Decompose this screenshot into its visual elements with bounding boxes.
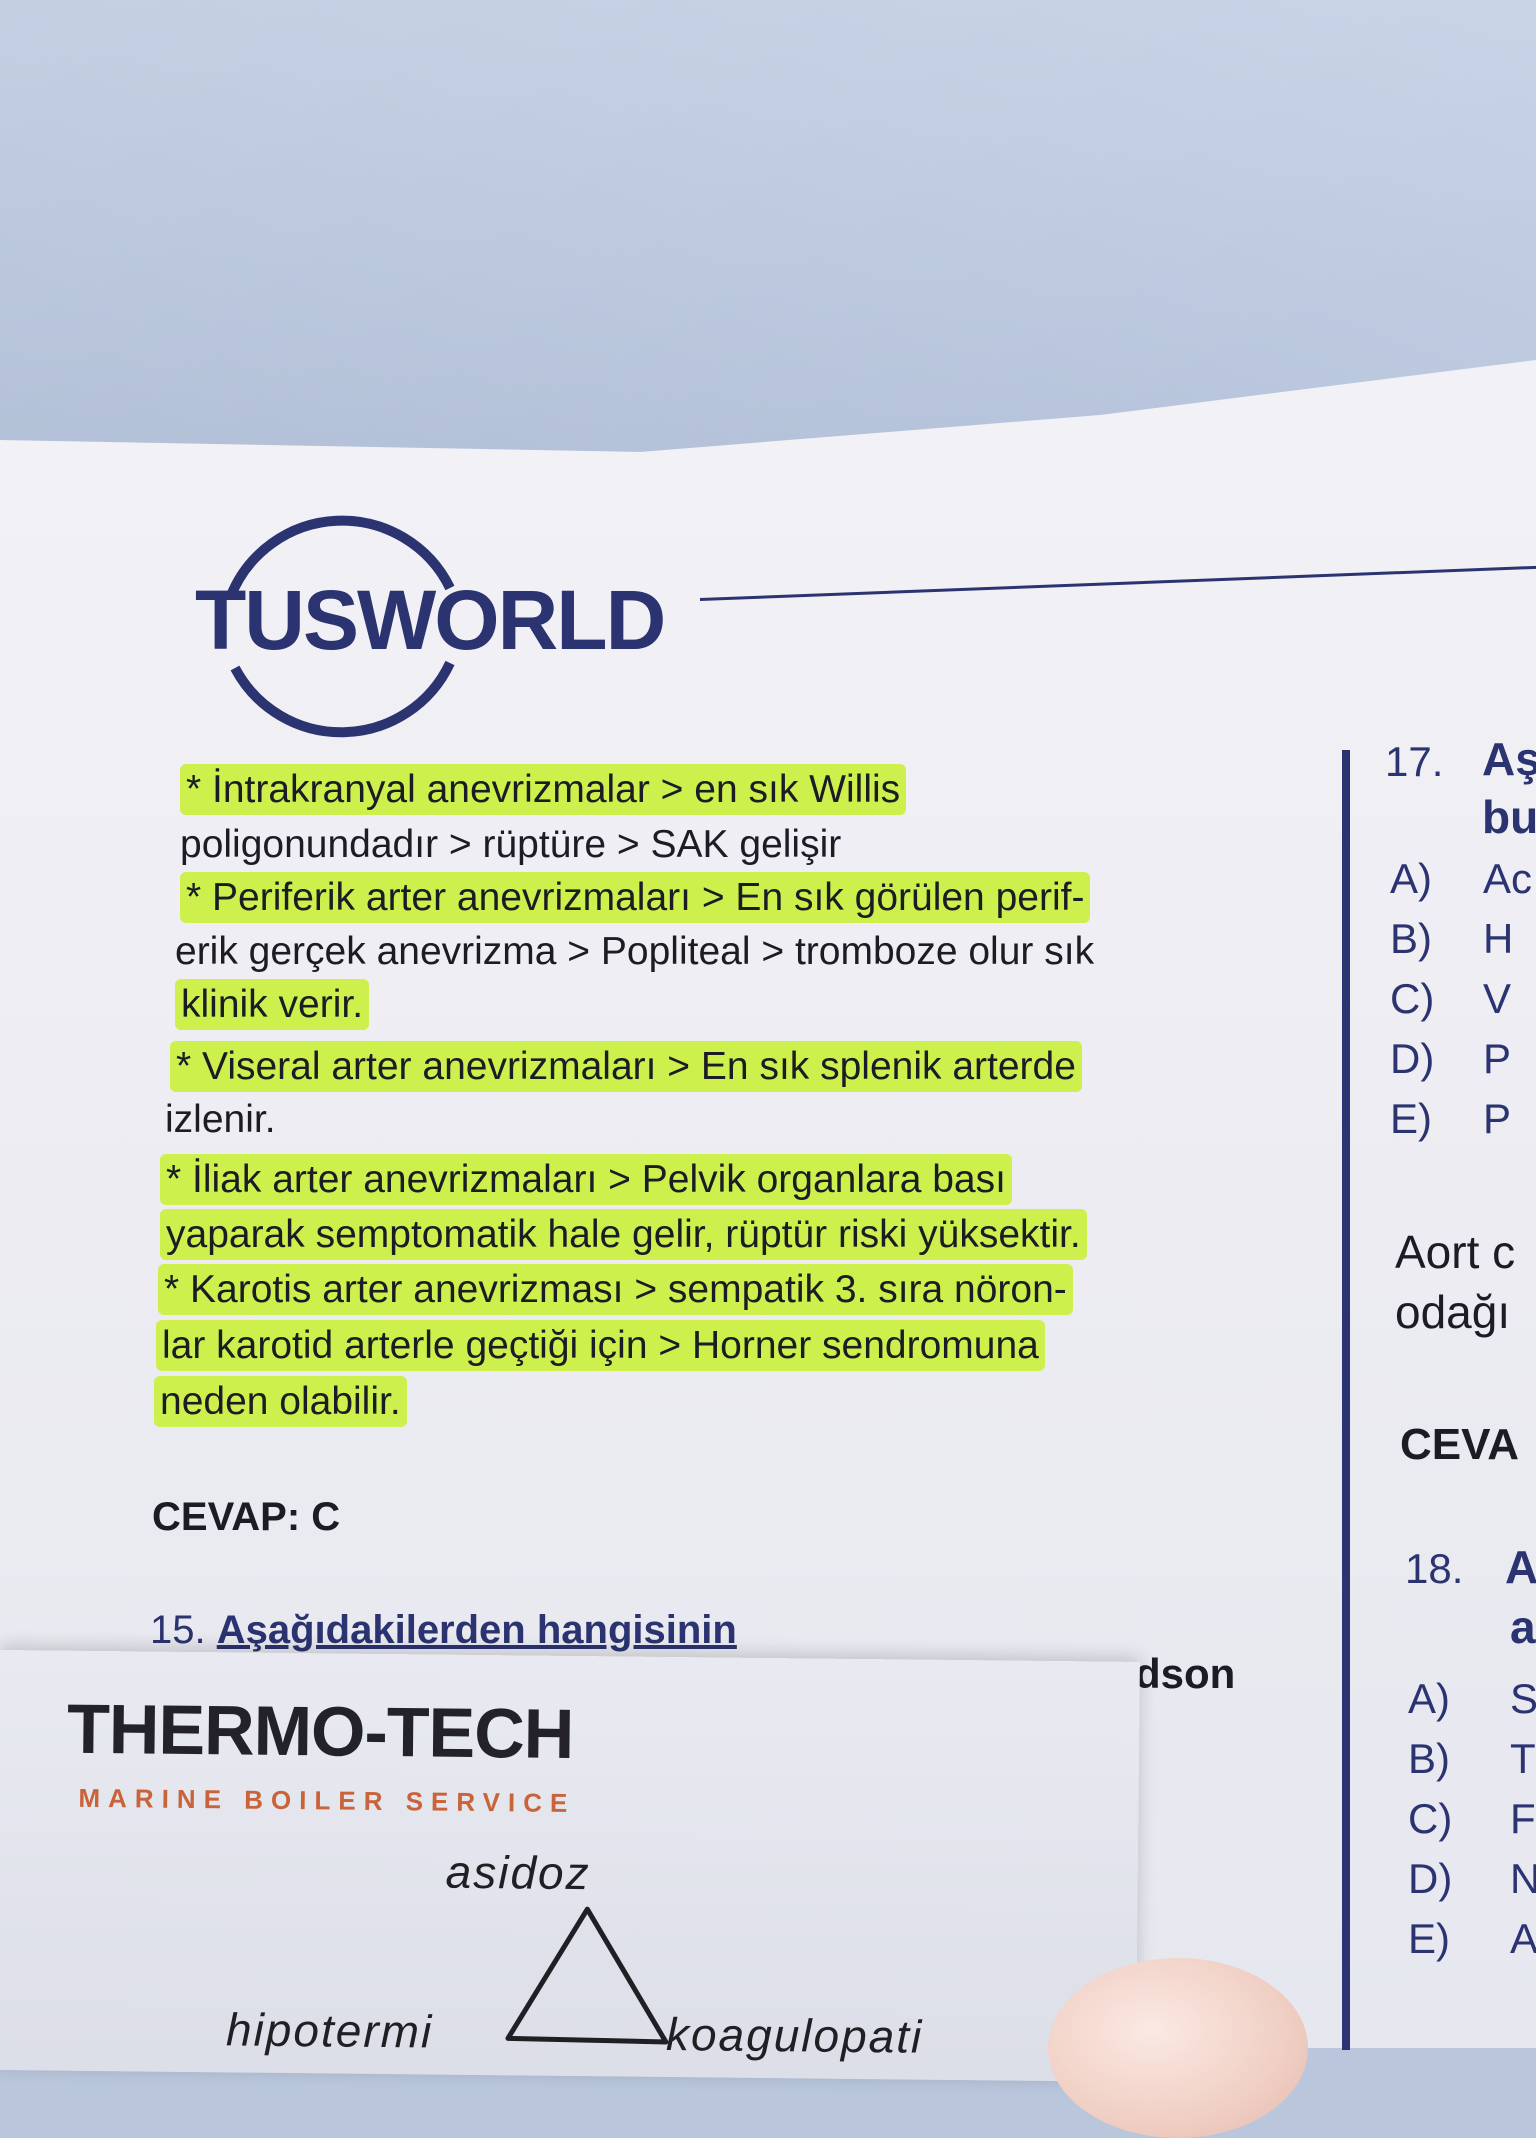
- text-line: poligonundadır > rüptüre > SAK gelişir: [180, 823, 842, 866]
- q18-option-letter: B): [1408, 1735, 1450, 1782]
- text-line: * Viseral arter anevrizmaları > En sık s…: [170, 1041, 1082, 1092]
- q17-option-text: Ac: [1483, 855, 1533, 902]
- answer-partial: CEVA: [1400, 1420, 1519, 1469]
- q18-option-text: T: [1510, 1735, 1536, 1782]
- q17-number: 17.: [1385, 738, 1444, 785]
- text-line: erik gerçek anevrizma > Popliteal > trom…: [175, 930, 1095, 973]
- question-text: Aşağıdakilerden hangisinin: [216, 1608, 737, 1652]
- handwritten-note: koagulopati: [665, 2007, 924, 2063]
- q17-option-text: P: [1483, 1095, 1512, 1142]
- question-number: 15.: [150, 1608, 206, 1652]
- q17-option-text: H: [1483, 915, 1514, 962]
- text-line: neden olabilir.: [154, 1376, 407, 1427]
- text-line: izlenir.: [165, 1098, 276, 1141]
- handwritten-note: asidoz: [445, 1845, 591, 1900]
- q17-option-text: P: [1483, 1035, 1512, 1082]
- q17-start: Aş: [1482, 733, 1536, 785]
- q18-option-text: A: [1510, 1915, 1536, 1962]
- text-line: * İliak arter anevrizmaları > Pelvik org…: [160, 1154, 1012, 1205]
- question-15: 15. Aşağıdakilerden hangisinin: [150, 1608, 737, 1653]
- q18-option-letter: D): [1408, 1855, 1453, 1902]
- q17-option-text: V: [1483, 975, 1512, 1022]
- explanation-start: Aort c: [1395, 1226, 1516, 1278]
- text-line: yaparak semptomatik hale gelir, rüptür r…: [160, 1209, 1087, 1260]
- q18-option-letter: A): [1408, 1675, 1450, 1722]
- q17-option-letter: B): [1390, 915, 1432, 962]
- card-subtitle: MARINE BOILER SERVICE: [78, 1782, 576, 1819]
- text-line: * Karotis arter anevrizması > sempatik 3…: [158, 1264, 1073, 1315]
- q17-option-letter: A): [1390, 855, 1432, 902]
- triangle-drawing: [505, 1906, 669, 2045]
- q18-option-letter: E): [1408, 1915, 1450, 1962]
- q18-option-text: S: [1510, 1675, 1536, 1722]
- explanation-line2: odağı: [1395, 1286, 1511, 1338]
- q18-number: 18.: [1405, 1545, 1464, 1592]
- q18-start: A: [1505, 1541, 1536, 1593]
- card-title: THERMO-TECH: [66, 1689, 574, 1774]
- text-line: klinik verir.: [175, 979, 370, 1030]
- q17-line2: bu: [1482, 791, 1536, 843]
- text-line: lar karotid arterle geçtiği için > Horne…: [156, 1320, 1045, 1371]
- column-divider: [1342, 750, 1350, 2050]
- partial-word: dson: [1135, 1650, 1236, 1697]
- thumb: [1048, 1958, 1308, 2138]
- logo-text: TUSWORLD: [195, 573, 666, 667]
- q18-option-text: N: [1510, 1855, 1536, 1902]
- q17-option-letter: D): [1390, 1035, 1435, 1082]
- q18-option-text: F: [1510, 1795, 1536, 1842]
- q18-line2: a: [1510, 1601, 1536, 1653]
- q17-option-letter: C): [1390, 975, 1435, 1022]
- text-line: * İntrakranyal anevrizmalar > en sık Wil…: [180, 764, 907, 815]
- handwritten-note: hipotermi: [225, 2003, 434, 2058]
- text-line: * Periferik arter anevrizmaları > En sık…: [180, 872, 1091, 923]
- q17-option-letter: E): [1390, 1095, 1432, 1142]
- answer-label: CEVAP: C: [152, 1495, 341, 1539]
- q18-option-letter: C): [1408, 1795, 1453, 1842]
- business-card: THERMO-TECH MARINE BOILER SERVICE asidoz…: [0, 1650, 1140, 2082]
